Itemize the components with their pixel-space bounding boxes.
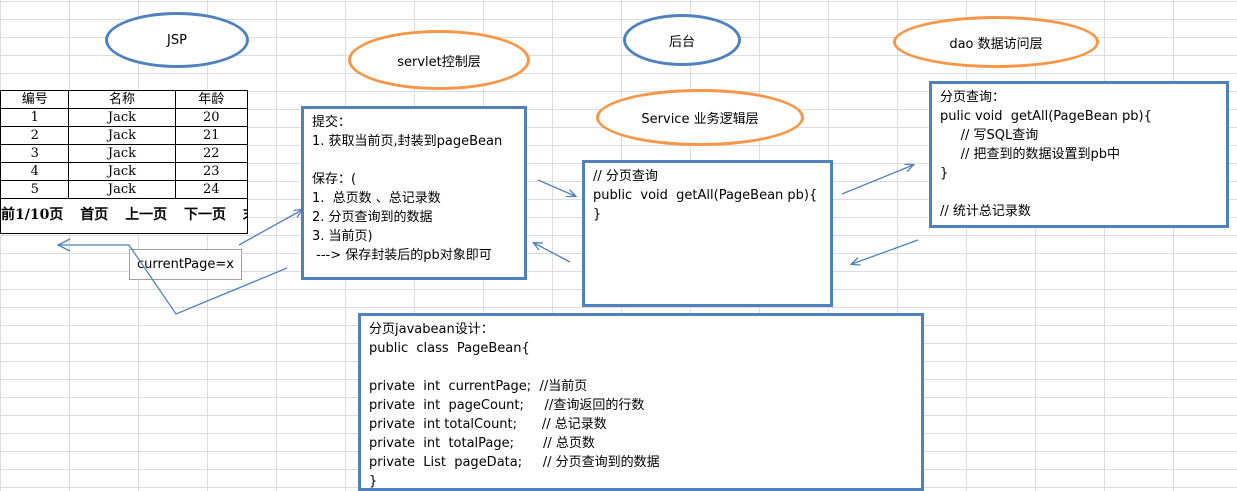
arrow-service-to-dao	[841, 165, 913, 195]
flow-arrows	[56, 0, 919, 315]
arrow-jsp-to-servlet	[238, 210, 302, 246]
arrow-servlet-to-jsp	[58, 244, 288, 315]
arrow-dao-to-service	[852, 239, 919, 264]
arrow-servlet-to-service	[537, 179, 575, 196]
arrow-service-to-servlet	[534, 243, 571, 263]
